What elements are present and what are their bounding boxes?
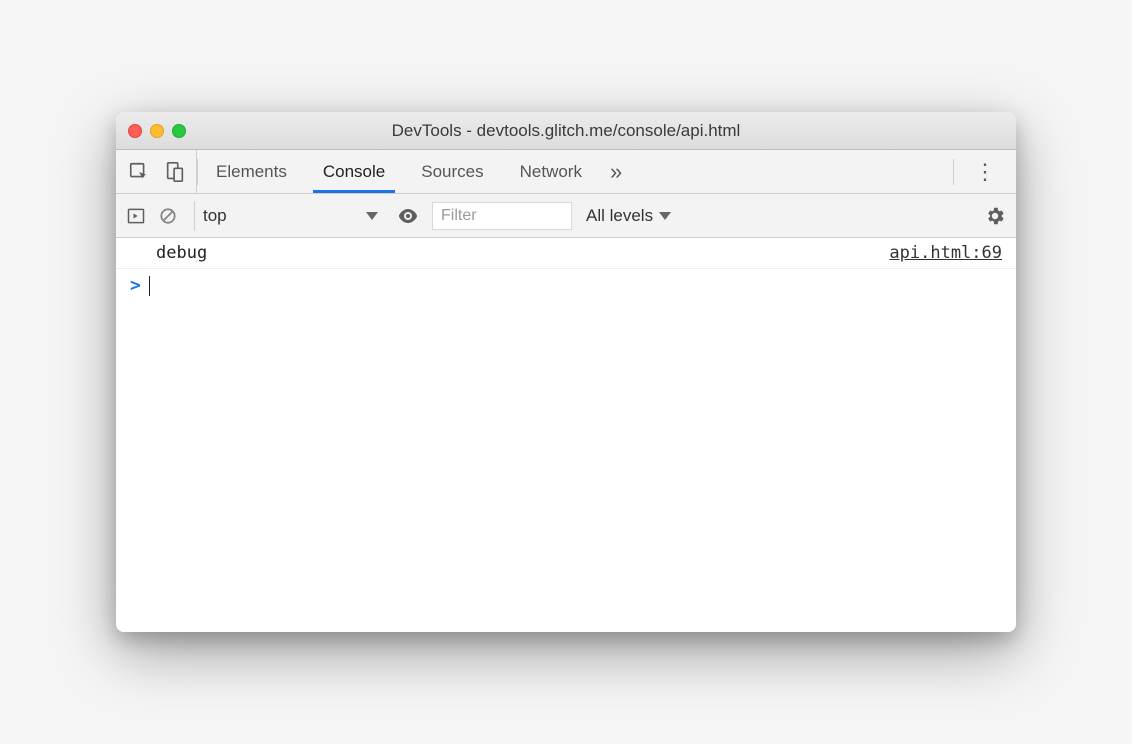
console-message-row: debug api.html:69 <box>116 238 1016 269</box>
log-level-select[interactable]: All levels <box>584 206 673 226</box>
toggle-device-toolbar-icon[interactable] <box>164 161 186 183</box>
tabs-list: Elements Console Sources Network <box>198 150 600 193</box>
window-controls <box>128 124 186 138</box>
console-input[interactable] <box>150 276 1002 296</box>
context-label: top <box>203 206 227 226</box>
level-label: All levels <box>586 206 653 226</box>
dropdown-caret-icon <box>366 212 378 220</box>
inspect-element-icon[interactable] <box>128 161 150 183</box>
prompt-caret-icon: > <box>130 275 141 296</box>
filter-input[interactable] <box>432 202 572 230</box>
tab-sources[interactable]: Sources <box>403 150 501 193</box>
minimize-window-button[interactable] <box>150 124 164 138</box>
more-tabs-icon[interactable]: » <box>600 159 632 185</box>
console-output-area: debug api.html:69 > <box>116 238 1016 632</box>
titlebar: DevTools - devtools.glitch.me/console/ap… <box>116 112 1016 150</box>
separator <box>953 159 954 185</box>
console-source-link[interactable]: api.html:69 <box>889 243 1002 263</box>
tab-elements[interactable]: Elements <box>198 150 305 193</box>
close-window-button[interactable] <box>128 124 142 138</box>
tab-console[interactable]: Console <box>305 150 403 193</box>
console-settings-icon[interactable] <box>984 205 1006 227</box>
settings-menu-icon[interactable]: ⋮ <box>970 159 1000 185</box>
toggle-console-sidebar-icon[interactable] <box>126 206 146 226</box>
execution-context-select[interactable]: top <box>194 201 384 231</box>
console-message: debug <box>156 243 207 263</box>
console-prompt-row[interactable]: > <box>116 269 1016 302</box>
clear-console-icon[interactable] <box>158 206 178 226</box>
window-title: DevTools - devtools.glitch.me/console/ap… <box>116 121 1016 141</box>
devtools-tabbar: Elements Console Sources Network » ⋮ <box>116 150 1016 194</box>
live-expression-icon[interactable] <box>396 204 420 228</box>
maximize-window-button[interactable] <box>172 124 186 138</box>
dropdown-caret-icon <box>659 212 671 220</box>
devtools-window: DevTools - devtools.glitch.me/console/ap… <box>116 112 1016 632</box>
tab-network[interactable]: Network <box>502 150 600 193</box>
console-toolbar: top All levels <box>116 194 1016 238</box>
